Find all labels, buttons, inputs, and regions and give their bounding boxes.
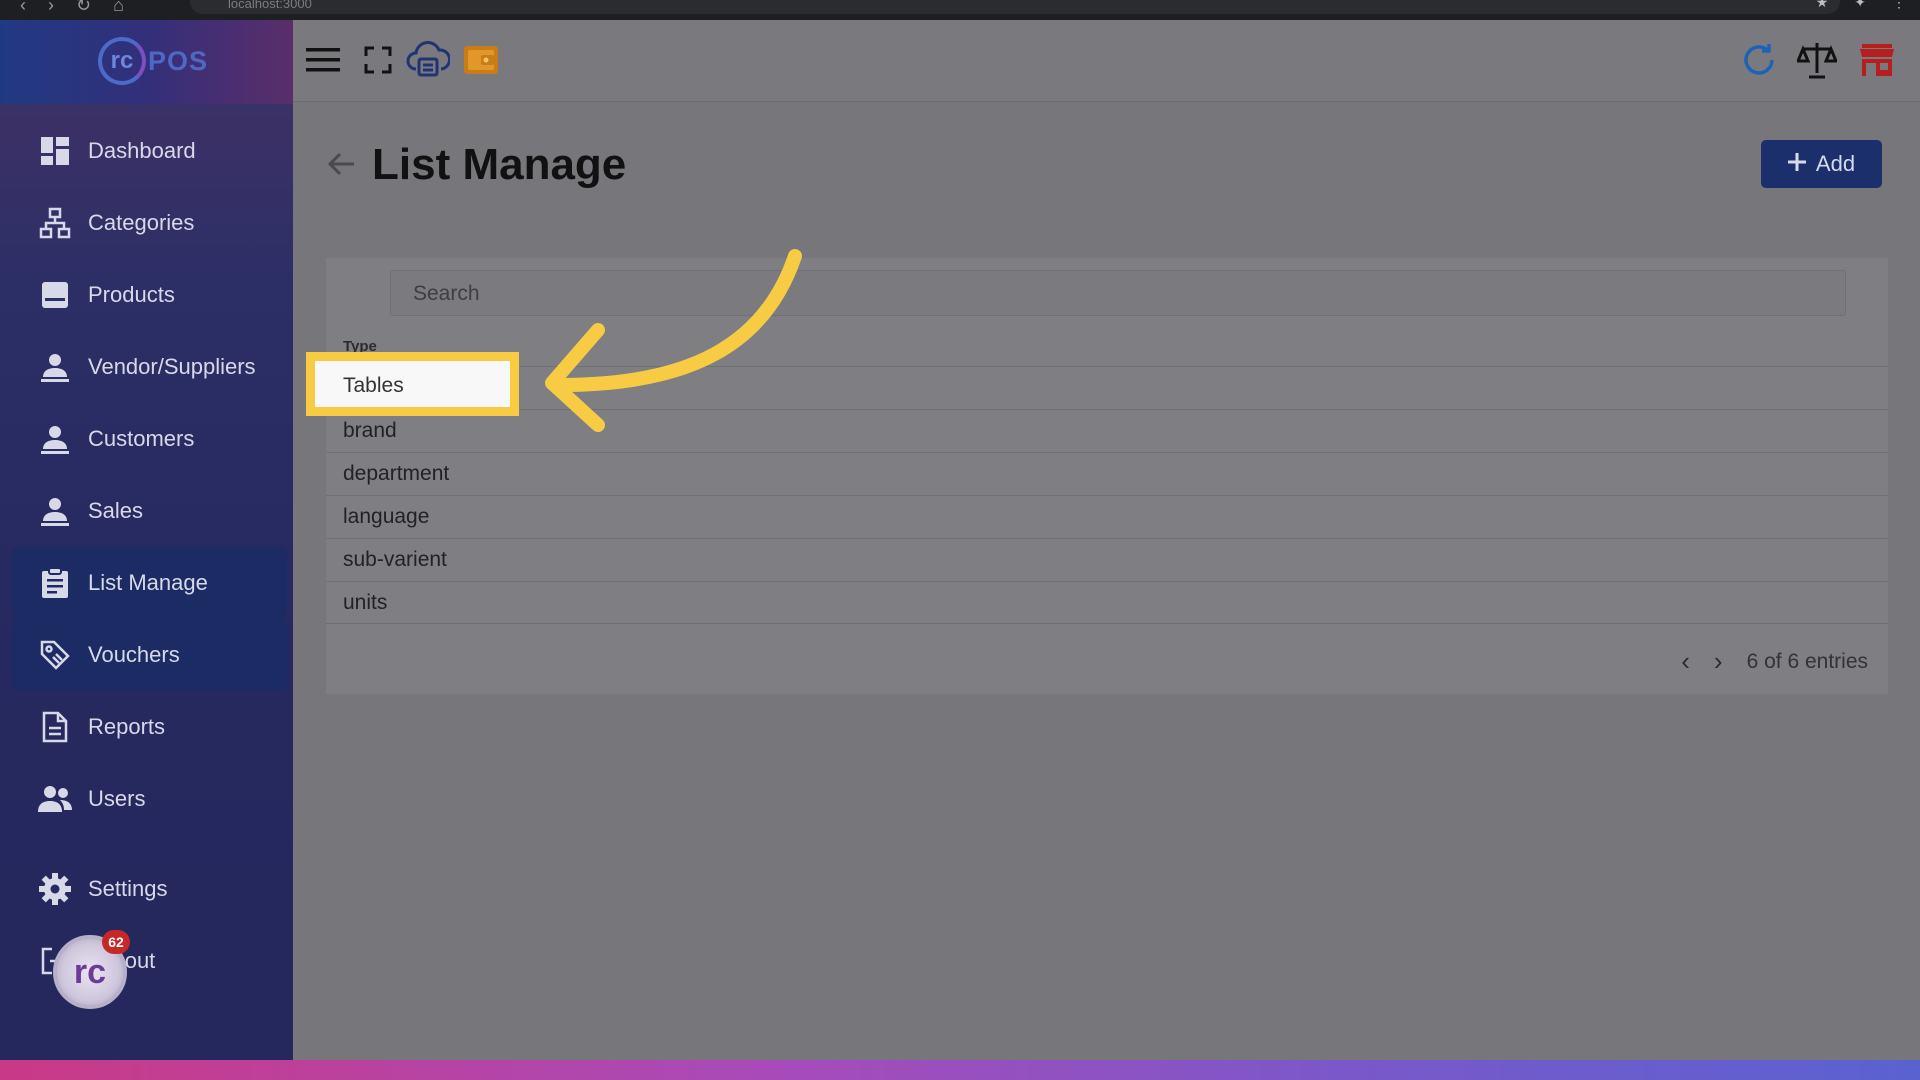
taskbar-strip: [0, 1060, 1920, 1080]
callout-arrow-icon: [545, 249, 802, 432]
